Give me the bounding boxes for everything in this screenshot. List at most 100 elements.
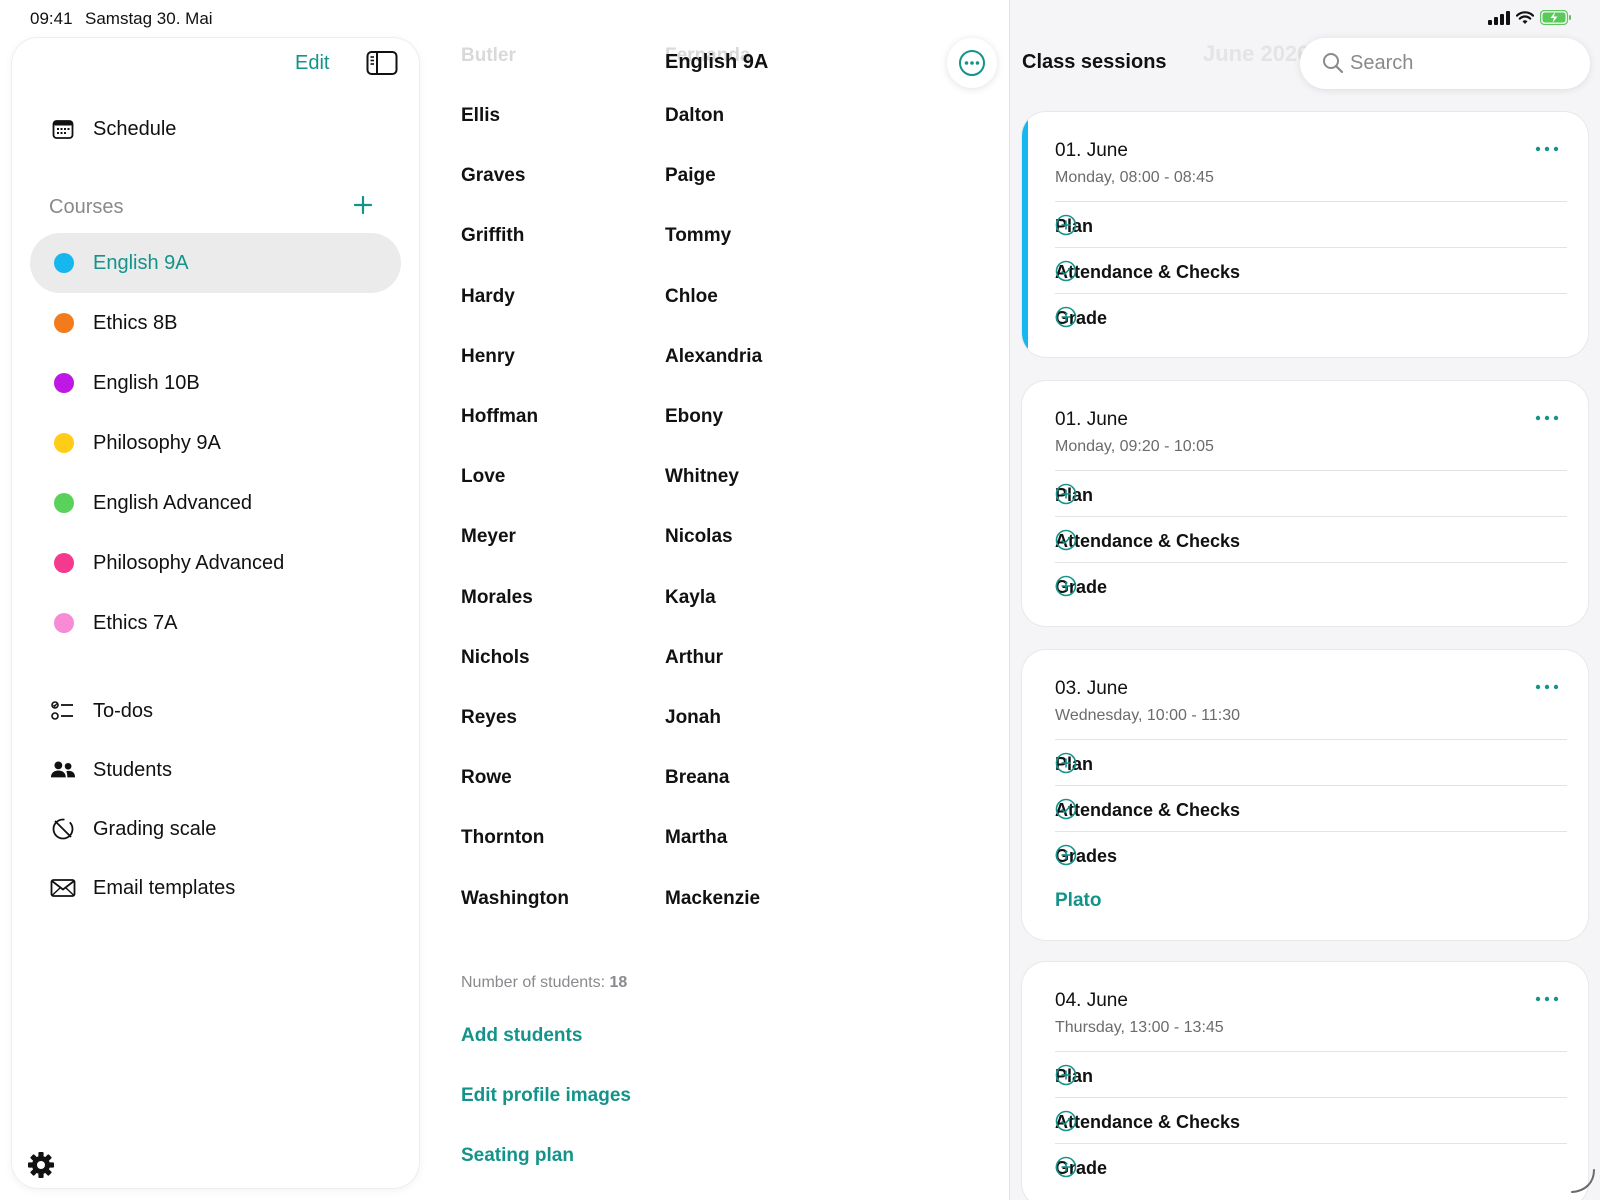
session-more-button[interactable]	[1532, 672, 1562, 702]
student-row[interactable]: Hoffman Ebony	[440, 406, 960, 466]
more-options-button[interactable]	[947, 38, 997, 88]
search-input[interactable]	[1350, 48, 1570, 78]
plus-circle-icon[interactable]	[1055, 844, 1077, 866]
student-row[interactable]: Graves Paige	[440, 165, 960, 225]
course-item-philosophy-9a[interactable]: Philosophy 9A	[30, 413, 401, 473]
check-circle-icon[interactable]	[1055, 798, 1077, 820]
student-row[interactable]: Griffith Tommy	[440, 225, 960, 285]
student-row[interactable]: Hardy Chloe	[440, 286, 960, 346]
sidebar-item-label: Email templates	[93, 876, 236, 899]
people-icon	[50, 758, 76, 782]
sidebar-item-label: Students	[93, 758, 172, 781]
sidebar-item-todos[interactable]: To-dos	[12, 685, 419, 737]
student-row[interactable]: Nichols Arthur	[440, 647, 960, 707]
add-students-link[interactable]: Add students	[461, 1025, 582, 1047]
session-more-button[interactable]	[1532, 134, 1562, 164]
session-row-attendance-checks[interactable]: Attendance & Checks	[1055, 247, 1567, 293]
student-first-name: Kayla	[665, 587, 716, 608]
course-color-dot	[54, 253, 74, 273]
plus-circle-icon[interactable]	[1055, 1156, 1077, 1178]
student-first-name: Paige	[665, 165, 716, 186]
seating-plan-link[interactable]: Seating plan	[461, 1145, 574, 1167]
session-more-button[interactable]	[1532, 403, 1562, 433]
session-card[interactable]: 03. June Wednesday, 10:00 - 11:30 Plan Atte…	[1022, 650, 1588, 940]
session-row-grades[interactable]: Grades	[1055, 831, 1567, 877]
sidebar-item-email-templates[interactable]: Email templates	[12, 862, 419, 914]
course-item-english-9a[interactable]: English 9A	[30, 233, 401, 293]
session-card[interactable]: 01. June Monday, 09:20 - 10:05 Plan Attenda…	[1022, 381, 1588, 626]
session-row-plan[interactable]: Plan	[1055, 1051, 1567, 1097]
session-row-attendance-checks[interactable]: Attendance & Checks	[1055, 1097, 1567, 1143]
ellipsis-icon	[1532, 996, 1562, 1018]
student-last-name: Henry	[461, 346, 515, 367]
student-last-name: Hardy	[461, 286, 515, 307]
student-first-name: Alexandria	[665, 346, 763, 367]
search-bar[interactable]	[1300, 38, 1590, 89]
student-row[interactable]: Thornton Martha	[440, 827, 960, 887]
status-icons	[1488, 10, 1572, 25]
plus-circle-icon[interactable]	[1055, 483, 1077, 505]
session-more-button[interactable]	[1532, 984, 1562, 1014]
course-item-ethics-7a[interactable]: Ethics 7A	[30, 593, 401, 653]
session-row-attendance-checks[interactable]: Attendance & Checks	[1055, 516, 1567, 562]
grading-scale-icon	[50, 817, 76, 841]
sidebar-item-grading-scale[interactable]: Grading scale	[12, 803, 419, 855]
course-item-ethics-8b[interactable]: Ethics 8B	[30, 293, 401, 353]
student-first-name: Jonah	[665, 707, 721, 728]
check-circle-icon[interactable]	[1055, 529, 1077, 551]
student-row[interactable]: Reyes Jonah	[440, 707, 960, 767]
course-color-dot	[54, 553, 74, 573]
student-last-name: Hoffman	[461, 406, 539, 427]
student-row[interactable]: Morales Kayla	[440, 587, 960, 647]
course-item-english-10b[interactable]: English 10B	[30, 353, 401, 413]
edit-profile-images-link[interactable]: Edit profile images	[461, 1085, 631, 1107]
plus-icon	[353, 195, 373, 215]
course-label: English 9A	[93, 251, 189, 274]
session-topic-link[interactable]: Plato	[1055, 890, 1101, 912]
sidebar-item-schedule[interactable]: Schedule	[12, 103, 419, 155]
session-row-grade[interactable]: Grade	[1055, 1143, 1567, 1189]
plus-circle-icon[interactable]	[1055, 1064, 1077, 1086]
student-row[interactable]: Love Whitney	[440, 466, 960, 526]
course-item-english-advanced[interactable]: English Advanced	[30, 473, 401, 533]
gear-icon	[28, 1152, 54, 1178]
sidebar-toggle-button[interactable]	[366, 50, 398, 76]
session-row-attendance-checks[interactable]: Attendance & Checks	[1055, 785, 1567, 831]
session-row-plan[interactable]: Plan	[1055, 201, 1567, 247]
student-row[interactable]: Henry Alexandria	[440, 346, 960, 406]
session-card[interactable]: 01. June Monday, 08:00 - 08:45 Plan Attenda…	[1022, 112, 1588, 357]
student-last-name: Love	[461, 466, 506, 487]
check-circle-icon[interactable]	[1055, 260, 1077, 282]
settings-button[interactable]	[26, 1150, 56, 1180]
student-row[interactable]: Ellis Dalton	[440, 105, 960, 165]
student-row[interactable]: Meyer Nicolas	[440, 526, 960, 586]
sidebar-item-students[interactable]: Students	[12, 744, 419, 796]
course-item-philosophy-advanced[interactable]: Philosophy Advanced	[30, 533, 401, 593]
course-color-dot	[54, 433, 74, 453]
session-row-grade[interactable]: Grade	[1055, 562, 1567, 608]
session-date: 01. June	[1055, 140, 1128, 161]
plus-circle-icon[interactable]	[1055, 752, 1077, 774]
student-first-name: Whitney	[665, 466, 739, 487]
student-row[interactable]: Washington Mackenzie	[440, 888, 960, 948]
course-label: Philosophy 9A	[93, 431, 221, 454]
plus-circle-icon[interactable]	[1055, 306, 1077, 328]
class-sessions-panel: June 2026 Class sessions 01. June Monday,…	[1010, 0, 1600, 1200]
check-circle-icon[interactable]	[1055, 1110, 1077, 1132]
plus-circle-icon[interactable]	[1055, 214, 1077, 236]
session-row-plan[interactable]: Plan	[1055, 470, 1567, 516]
plus-circle-icon[interactable]	[1055, 575, 1077, 597]
sidebar-toggle-icon	[366, 51, 398, 75]
add-course-button[interactable]	[350, 192, 376, 218]
course-color-dot	[54, 373, 74, 393]
session-date: 04. June	[1055, 990, 1128, 1011]
checklist-icon	[50, 699, 76, 723]
edit-button[interactable]: Edit	[295, 52, 329, 75]
session-row-plan[interactable]: Plan	[1055, 739, 1567, 785]
student-last-name: Nichols	[461, 647, 530, 668]
session-card[interactable]: 04. June Thursday, 13:00 - 13:45 Plan Atten…	[1022, 962, 1588, 1200]
session-row-grade[interactable]: Grade	[1055, 293, 1567, 339]
student-row[interactable]: Rowe Breana	[440, 767, 960, 827]
student-count-label: Number of students:	[461, 974, 606, 991]
session-row-label: Attendance & Checks	[1055, 800, 1241, 820]
